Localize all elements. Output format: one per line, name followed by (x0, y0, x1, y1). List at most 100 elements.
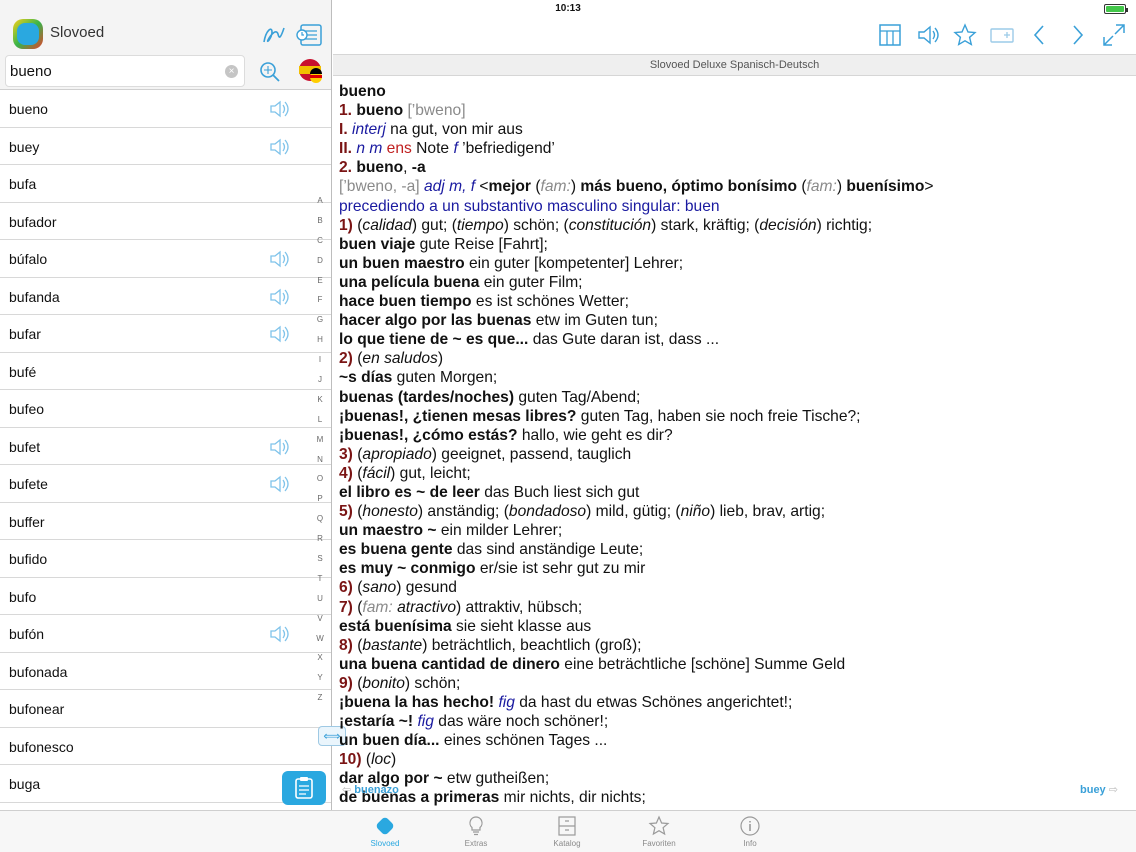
speaker-icon[interactable] (268, 136, 290, 158)
word-label: bufete (9, 476, 48, 492)
favorite-star-icon[interactable] (952, 22, 978, 48)
article-text: 9) (339, 674, 358, 692)
article-text: ¡estaría ~! (339, 713, 418, 731)
word-row[interactable]: bufón (0, 615, 331, 653)
alphabet-letter[interactable]: F (312, 295, 328, 315)
alphabet-letter[interactable]: J (312, 375, 328, 395)
clear-icon[interactable]: × (225, 65, 238, 78)
next-word-link[interactable]: buey ⇨ (1080, 783, 1118, 796)
article-text: apropiado (362, 445, 432, 463)
alphabet-letter[interactable]: V (312, 614, 328, 634)
word-row[interactable]: bufar (0, 315, 331, 353)
table-icon[interactable] (877, 22, 903, 48)
article-text: ’befriedigend’ (462, 140, 555, 158)
word-row[interactable]: buffer (0, 503, 331, 540)
article-line: está buenísima sie sieht klasse aus (339, 617, 1129, 636)
speaker-icon[interactable] (915, 22, 941, 48)
tab-label: Extras (464, 839, 488, 848)
back-arrow-icon: ⇦ (342, 784, 355, 796)
speaker-icon[interactable] (268, 248, 290, 270)
alphabet-letter[interactable]: Z (312, 693, 328, 713)
alphabet-letter[interactable]: D (312, 256, 328, 276)
article-text: das Buch liest sich gut (484, 483, 640, 501)
article-text: buenísimo (846, 178, 925, 196)
speaker-icon[interactable] (268, 436, 290, 458)
alphabet-letter[interactable]: U (312, 594, 328, 614)
article-line: bueno (339, 82, 1129, 101)
article-text: , (403, 159, 412, 177)
article-text: fácil (362, 464, 391, 482)
alphabet-letter[interactable]: H (312, 335, 328, 355)
word-row[interactable]: buey (0, 128, 331, 165)
article-text: buen viaje (339, 235, 420, 253)
word-row[interactable]: bufonear (0, 690, 331, 728)
speaker-icon[interactable] (268, 286, 290, 308)
alphabet-letter[interactable]: A (312, 196, 328, 216)
alphabet-letter[interactable]: P (312, 494, 328, 514)
speaker-icon[interactable] (268, 473, 290, 495)
word-row[interactable]: bueno (0, 90, 331, 128)
alphabet-letter[interactable]: G (312, 315, 328, 335)
alphabet-letter[interactable]: E (312, 276, 328, 296)
article-text: ) lieb, brav, artig; (710, 503, 826, 521)
alphabet-letter[interactable]: C (312, 236, 328, 256)
alphabet-letter[interactable]: R (312, 534, 328, 554)
speaker-icon[interactable] (268, 323, 290, 345)
previous-arrow-icon[interactable] (1027, 22, 1053, 48)
speaker-icon[interactable] (268, 623, 290, 645)
article-text: loc (371, 751, 392, 769)
clipboard-button[interactable] (282, 771, 326, 805)
card-view-icon[interactable] (989, 22, 1015, 48)
word-row[interactable]: bufonesco (0, 728, 331, 765)
alphabet-letter[interactable]: B (312, 216, 328, 236)
alphabet-index[interactable]: ABCDEFGHIJKLMNOPQRSTUVWXYZ (312, 196, 328, 713)
word-row[interactable]: bufador (0, 203, 331, 240)
alphabet-letter[interactable]: L (312, 415, 328, 435)
alphabet-letter[interactable]: Y (312, 673, 328, 693)
article-line: hace buen tiempo es ist schönes Wetter; (339, 292, 1129, 311)
word-row[interactable]: bufanda (0, 278, 331, 315)
word-label: bufanda (9, 288, 60, 305)
language-flag-icon[interactable] (298, 58, 324, 84)
alphabet-letter[interactable]: N (312, 455, 328, 475)
word-row[interactable]: bufonada (0, 653, 331, 690)
alphabet-letter[interactable]: X (312, 653, 328, 673)
full-text-search-icon[interactable] (258, 60, 282, 84)
word-row[interactable]: bufido (0, 540, 331, 578)
alphabet-letter[interactable]: M (312, 435, 328, 455)
alphabet-letter[interactable]: K (312, 395, 328, 415)
article-text: adj m, f (423, 178, 480, 196)
alphabet-letter[interactable]: Q (312, 514, 328, 534)
next-arrow-icon[interactable] (1064, 22, 1090, 48)
fullscreen-icon[interactable] (1101, 22, 1127, 48)
alphabet-letter[interactable]: W (312, 634, 328, 654)
tab-label: Slovoed (370, 839, 400, 848)
article-text: ens (386, 140, 417, 158)
article-text: Note (416, 140, 454, 158)
alphabet-letter[interactable]: S (312, 554, 328, 574)
word-row[interactable]: bufet (0, 428, 331, 465)
tab-info[interactable]: Info (720, 815, 780, 848)
alphabet-letter[interactable]: O (312, 474, 328, 494)
tab-slovoed[interactable]: Slovoed (355, 815, 415, 848)
alphabet-letter[interactable]: I (312, 355, 328, 375)
word-list[interactable]: bueno buey bufa bufador búfalo bufanda bufar bu… (0, 90, 331, 803)
star-icon (648, 815, 670, 837)
history-icon[interactable] (296, 22, 324, 48)
word-row[interactable]: bufé (0, 353, 331, 390)
prev-word-link[interactable]: ⇦ buenazo (342, 783, 399, 796)
tab-favoriten[interactable]: Favoriten (629, 815, 689, 848)
word-row[interactable]: bufo (0, 578, 331, 615)
word-row[interactable]: búfalo (0, 240, 331, 278)
word-row[interactable]: bufeo (0, 390, 331, 428)
speaker-icon[interactable] (268, 98, 290, 120)
handwriting-icon[interactable] (260, 22, 288, 48)
word-row[interactable]: bufete (0, 465, 331, 503)
article-line: un buen maestro ein guter [kompetenter] … (339, 254, 1129, 273)
search-input[interactable] (10, 60, 220, 82)
alphabet-letter[interactable]: T (312, 574, 328, 594)
word-label: buey (9, 138, 40, 155)
tab-katalog[interactable]: Katalog (537, 815, 597, 848)
word-row[interactable]: bufa (0, 165, 331, 203)
tab-extras[interactable]: Extras (446, 815, 506, 848)
